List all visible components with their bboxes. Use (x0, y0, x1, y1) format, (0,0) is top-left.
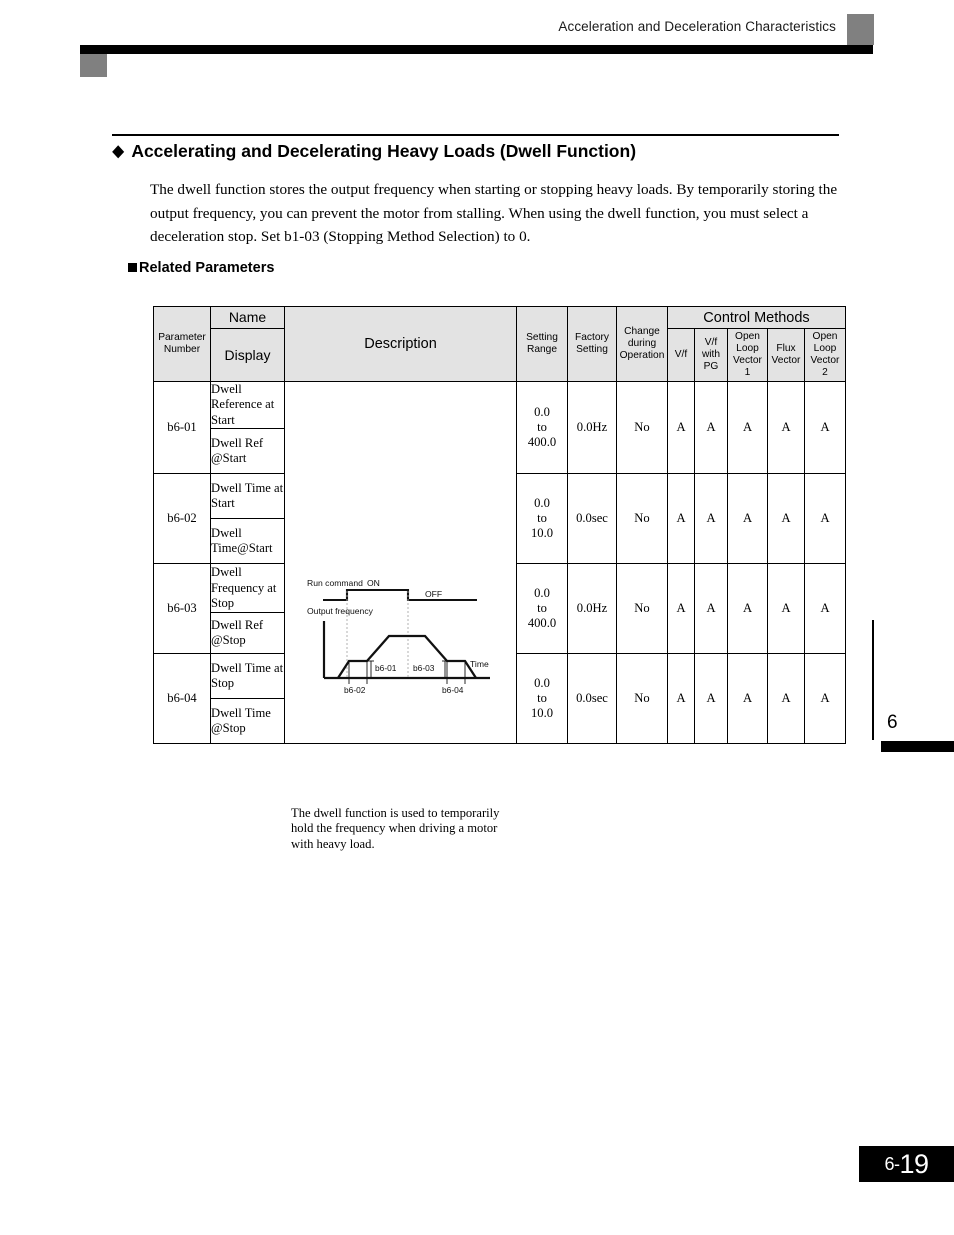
page-title: ◆ Accelerating and Decelerating Heavy Loa… (112, 141, 872, 162)
cell-display: Dwell Ref @Stop (210, 612, 285, 655)
cell-parameter-number: b6-01 (153, 380, 211, 475)
page-header: Acceleration and Deceleration Characteri… (0, 0, 954, 95)
cell-cm-vf: A (667, 380, 695, 475)
cell-cm-flux-vector: A (767, 563, 805, 655)
table-header-row-1: Parameter Number Name Description Settin… (153, 306, 846, 382)
diagram-label-b6-01: b6-01 (375, 663, 397, 673)
th-description: Description (284, 306, 517, 382)
header-black-rule (80, 45, 873, 54)
page-number-chapter: 6- (884, 1153, 900, 1174)
page-number-page: 19 (899, 1148, 929, 1179)
th-cm-open-loop-vector-2: Open Loop Vector 2 (804, 328, 846, 382)
header-gray-marker-right (847, 14, 874, 45)
cell-cm-flux-vector: A (767, 380, 805, 475)
related-parameters-table: Parameter Number Name Description Settin… (153, 306, 846, 851)
cell-factory-setting: 0.0sec (567, 473, 617, 565)
cell-setting-range: 0.0 to 10.0 (516, 473, 568, 565)
th-cm-vf-with-pg: V/f with PG (694, 328, 728, 382)
th-setting-range: Setting Range (516, 306, 568, 382)
diagram-run-command-waveform (323, 588, 477, 601)
cell-cm-open-loop-vector-2: A (804, 380, 846, 475)
chapter-tab-bar (881, 741, 954, 752)
diagram-run-command-label: Run command (307, 578, 363, 588)
header-gray-marker-left (80, 54, 107, 77)
section-title-rule (112, 134, 839, 136)
th-display: Display (210, 328, 285, 382)
cell-cm-open-loop-vector-2: A (804, 563, 846, 655)
chapter-tab-number: 6 (887, 712, 898, 733)
cell-change-during-operation: No (616, 380, 668, 475)
cell-setting-range: 0.0 to 10.0 (516, 653, 568, 745)
diagram-on-label: ON (367, 578, 380, 588)
th-cm-vf: V/f (667, 328, 695, 382)
dwell-timing-diagram: Run command ON OFF Output frequency Time (307, 578, 490, 695)
cell-name: Dwell Frequency at Stop (210, 563, 285, 614)
diagram-output-frequency-curve (337, 634, 477, 679)
cell-name: Dwell Reference at Start (210, 380, 285, 430)
th-parameter-number: Parameter Number (153, 306, 211, 382)
cell-factory-setting: 0.0Hz (567, 563, 617, 655)
page-title-text: Accelerating and Decelerating Heavy Load… (131, 141, 637, 161)
th-control-methods: Control Methods (667, 306, 846, 329)
diamond-bullet-icon: ◆ (112, 143, 124, 160)
chapter-tab-rule (872, 620, 874, 740)
cell-description: Run command ON OFF Output frequency Time (284, 380, 517, 851)
cell-cm-flux-vector: A (767, 653, 805, 745)
related-parameters-label: Related Parameters (139, 260, 275, 276)
cell-cm-open-loop-vector-1: A (727, 563, 768, 655)
cell-cm-vf-with-pg: A (694, 653, 728, 745)
cell-change-during-operation: No (616, 653, 668, 745)
th-cm-open-loop-vector-1: Open Loop Vector 1 (727, 328, 768, 382)
cell-cm-vf-with-pg: A (694, 473, 728, 565)
cell-change-during-operation: No (616, 563, 668, 655)
diagram-label-b6-03: b6-03 (413, 663, 435, 673)
intro-paragraph: The dwell function stores the output fre… (150, 181, 838, 245)
diagram-off-label: OFF (425, 589, 442, 599)
cell-factory-setting: 0.0Hz (567, 380, 617, 475)
cell-parameter-number: b6-02 (153, 473, 211, 565)
cell-cm-vf: A (667, 653, 695, 745)
th-change-during-operation: Change during Operation (616, 306, 668, 382)
cell-parameter-number: b6-03 (153, 563, 211, 655)
cell-cm-open-loop-vector-1: A (727, 380, 768, 475)
cell-setting-range: 0.0 to 400.0 (516, 563, 568, 655)
description-text: The dwell function is used to temporaril… (291, 805, 500, 851)
cell-cm-open-loop-vector-2: A (804, 653, 846, 745)
related-parameters-heading: Related Parameters (128, 260, 274, 276)
running-header-title: Acceleration and Deceleration Characteri… (558, 19, 836, 34)
cell-parameter-number: b6-04 (153, 653, 211, 745)
cell-setting-range: 0.0 to 400.0 (516, 380, 568, 475)
cell-factory-setting: 0.0sec (567, 653, 617, 745)
diagram-label-b6-04: b6-04 (442, 685, 464, 695)
cell-name: Dwell Time at Start (210, 473, 285, 520)
diagram-time-axis-label: Time (470, 659, 489, 669)
cell-name: Dwell Time at Stop (210, 653, 285, 700)
cell-cm-open-loop-vector-2: A (804, 473, 846, 565)
cell-cm-vf: A (667, 473, 695, 565)
cell-cm-vf-with-pg: A (694, 563, 728, 655)
cell-cm-flux-vector: A (767, 473, 805, 565)
cell-display: Dwell Time @Stop (210, 698, 285, 745)
th-name: Name (210, 306, 285, 329)
cell-cm-vf-with-pg: A (694, 380, 728, 475)
diagram-output-frequency-label: Output frequency (307, 606, 374, 616)
cell-display: Dwell Ref @Start (210, 428, 285, 475)
th-factory-setting: Factory Setting (567, 306, 617, 382)
cell-cm-open-loop-vector-1: A (727, 473, 768, 565)
table-row: b6-01 Dwell Reference at Start Run comma… (153, 380, 846, 851)
cell-display: Dwell Time@Start (210, 518, 285, 565)
square-bullet-icon (128, 263, 137, 272)
th-cm-flux-vector: Flux Vector (767, 328, 805, 382)
page-number: 6- 19 (859, 1146, 954, 1182)
cell-change-during-operation: No (616, 473, 668, 565)
diagram-label-b6-02: b6-02 (344, 685, 366, 695)
cell-cm-open-loop-vector-1: A (727, 653, 768, 745)
cell-cm-vf: A (667, 563, 695, 655)
